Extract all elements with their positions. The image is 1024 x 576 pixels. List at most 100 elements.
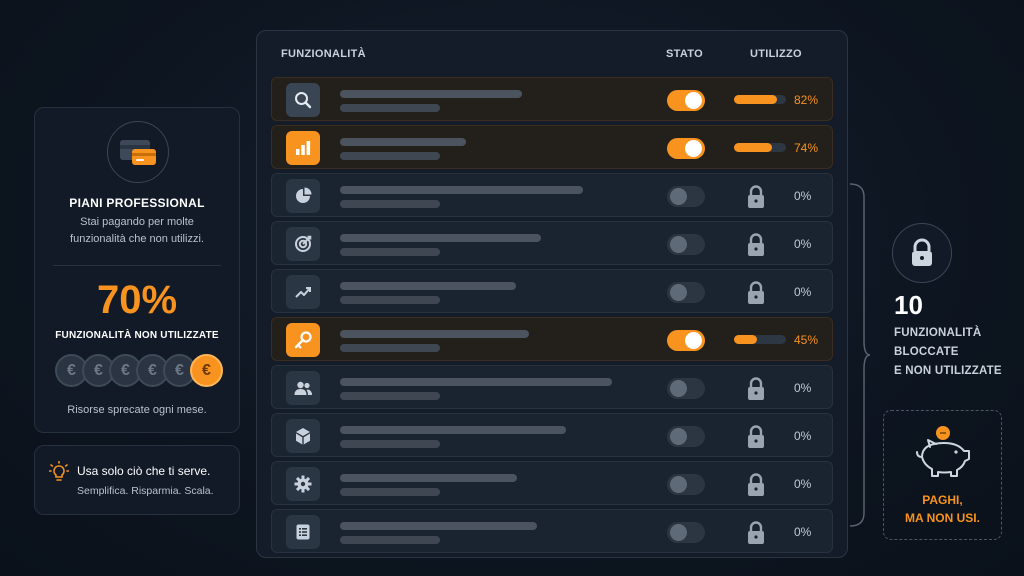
usage-percent: 0% <box>794 429 812 443</box>
features-panel: FUNZIONALITÀ STATO UTILIZZO 82% 74% 0% 0% 0%… <box>256 30 848 558</box>
usage-fill <box>734 95 777 104</box>
unused-label: FUNZIONALITÀ NON UTILIZZATE <box>55 330 219 341</box>
feature-row[interactable]: 0% <box>271 221 833 265</box>
feature-subtitle-placeholder <box>340 344 440 352</box>
feature-title-placeholder <box>340 90 522 98</box>
tip-subtitle: Semplifica. Risparmia. Scala. <box>77 485 214 497</box>
status-toggle[interactable] <box>667 282 705 303</box>
toggle-knob <box>685 92 702 109</box>
toggle-knob <box>670 428 687 445</box>
plan-card: PIANI PROFESSIONAL Stai pagando per molt… <box>34 107 240 433</box>
cube-icon <box>286 419 320 453</box>
feature-title-placeholder <box>340 522 537 530</box>
status-toggle[interactable] <box>667 378 705 399</box>
feature-subtitle-placeholder <box>340 152 440 160</box>
toggle-knob <box>670 188 687 205</box>
waste-text: Risorse sprecate ogni mese. <box>67 404 207 416</box>
feature-row[interactable]: 45% <box>271 317 833 361</box>
blocked-count: 10 <box>894 290 923 320</box>
group-brace <box>849 183 871 527</box>
status-toggle[interactable] <box>667 474 705 495</box>
status-toggle[interactable] <box>667 330 705 351</box>
feature-row[interactable]: 0% <box>271 269 833 313</box>
toggle-knob <box>685 332 702 349</box>
tip-card: Usa solo ciò che ti serve. Semplifica. R… <box>34 445 240 515</box>
bar-chart-icon <box>286 131 320 165</box>
status-toggle[interactable] <box>667 426 705 447</box>
feature-subtitle-placeholder <box>340 248 440 256</box>
coin-active: € <box>190 354 223 387</box>
usage-bar <box>734 143 786 152</box>
unused-percentage: 70% <box>96 278 178 322</box>
feature-title-placeholder <box>340 186 583 194</box>
feature-title-placeholder <box>340 138 466 146</box>
plan-description: Stai pagando per molte funzionalità che … <box>70 216 204 245</box>
plan-title: PIANI PROFESSIONAL <box>69 196 205 210</box>
toggle-knob <box>685 140 702 157</box>
feature-row[interactable]: 74% <box>271 125 833 169</box>
pay-line-1: PAGHI, <box>922 493 963 507</box>
usage-percent: 0% <box>794 381 812 395</box>
document-icon <box>286 515 320 549</box>
pay-line-2: MA NON USI. <box>905 511 980 525</box>
feature-subtitle-placeholder <box>340 488 440 496</box>
feature-subtitle-placeholder <box>340 536 440 544</box>
feature-title-placeholder <box>340 330 529 338</box>
toggle-knob <box>670 284 687 301</box>
blocked-line-3: E NON UTILIZZATE <box>894 365 1002 377</box>
key-icon <box>286 323 320 357</box>
pay-slogan: PAGHI, MA NON USI. <box>884 491 1001 527</box>
usage-percent: 45% <box>794 333 819 347</box>
usage-percent: 0% <box>794 525 812 539</box>
blocked-description: FUNZIONALITÀ BLOCCATE E NON UTILIZZATE <box>894 324 1002 381</box>
lock-icon <box>746 424 766 454</box>
search-icon <box>286 83 320 117</box>
header-feature: FUNZIONALITÀ <box>281 48 366 60</box>
status-toggle[interactable] <box>667 90 705 111</box>
header-usage: UTILIZZO <box>750 48 802 60</box>
feature-title-placeholder <box>340 234 541 242</box>
plan-icon-badge <box>107 121 169 183</box>
status-toggle[interactable] <box>667 234 705 255</box>
status-toggle[interactable] <box>667 522 705 543</box>
blocked-lock-badge <box>892 223 952 283</box>
feature-title-placeholder <box>340 378 612 386</box>
pay-card: PAGHI, MA NON USI. <box>883 410 1002 540</box>
piggy-bank-icon <box>916 426 970 477</box>
feature-subtitle-placeholder <box>340 200 440 208</box>
lock-icon <box>746 472 766 502</box>
status-toggle[interactable] <box>667 186 705 207</box>
lock-icon <box>746 232 766 262</box>
pie-chart-icon <box>286 179 320 213</box>
lock-icon <box>912 238 932 266</box>
usage-percent: 82% <box>794 93 819 107</box>
blocked-line-1: FUNZIONALITÀ <box>894 327 982 339</box>
lock-icon <box>746 520 766 550</box>
credit-card-icon <box>120 140 156 165</box>
feature-row[interactable]: 0% <box>271 461 833 505</box>
feature-subtitle-placeholder <box>340 104 440 112</box>
toggle-knob <box>670 476 687 493</box>
feature-row[interactable]: 82% <box>271 77 833 121</box>
toggle-knob <box>670 380 687 397</box>
lock-icon <box>746 280 766 310</box>
status-toggle[interactable] <box>667 138 705 159</box>
feature-row[interactable]: 0% <box>271 413 833 457</box>
users-icon <box>286 371 320 405</box>
gear-icon <box>286 467 320 501</box>
feature-row[interactable]: 0% <box>271 173 833 217</box>
header-status: STATO <box>666 48 703 60</box>
feature-row[interactable]: 0% <box>271 509 833 553</box>
feature-subtitle-placeholder <box>340 296 440 304</box>
lock-icon <box>746 184 766 214</box>
divider <box>53 265 221 266</box>
blocked-line-2: BLOCCATE <box>894 346 959 358</box>
coin-stack: € € € € € € <box>55 354 225 388</box>
usage-bar <box>734 95 786 104</box>
usage-fill <box>734 335 758 344</box>
feature-row[interactable]: 0% <box>271 365 833 409</box>
usage-fill <box>734 143 773 152</box>
toggle-knob <box>670 236 687 253</box>
usage-percent: 0% <box>794 477 812 491</box>
usage-bar <box>734 335 786 344</box>
